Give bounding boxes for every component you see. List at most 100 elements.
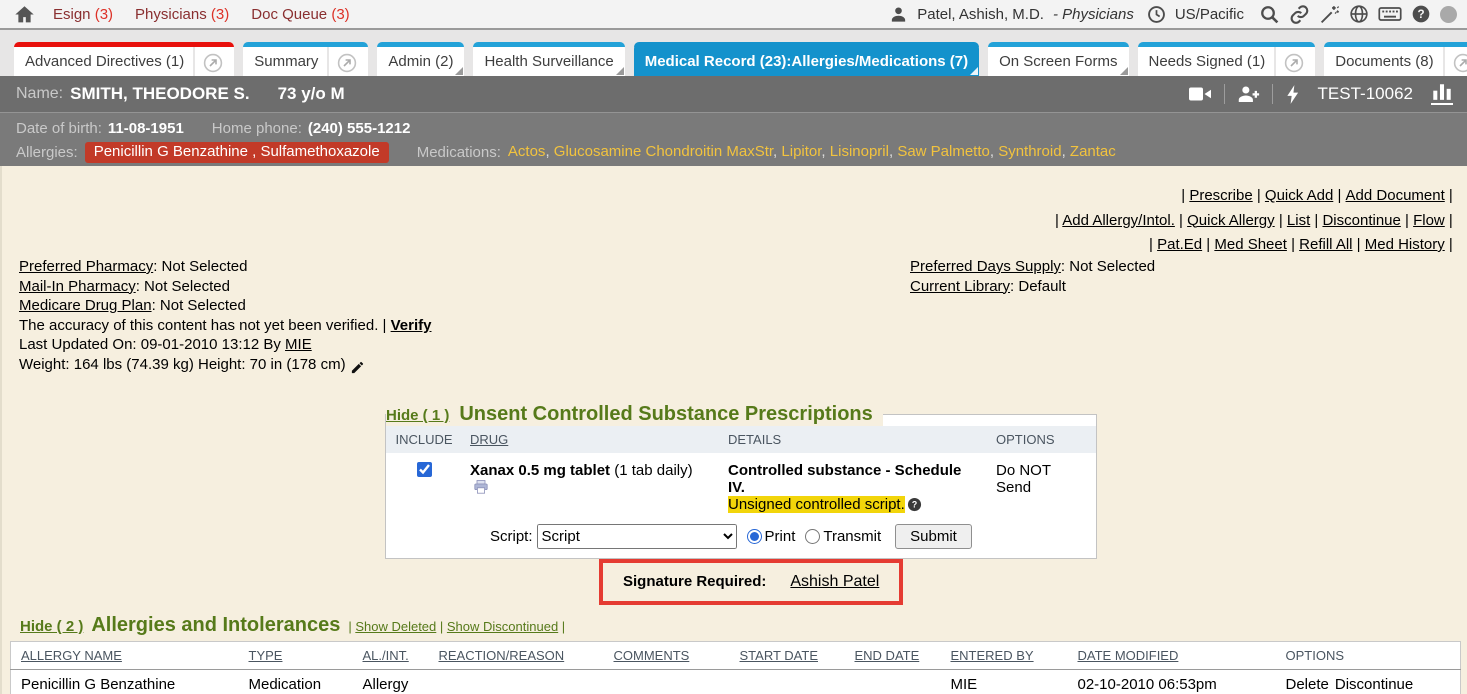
nav-esign[interactable]: Esign (3)	[53, 6, 113, 23]
column-comments[interactable]: COMMENTS	[614, 648, 690, 663]
question-circle-icon[interactable]: ?	[907, 497, 922, 512]
medication-link[interactable]: Lisinopril	[821, 143, 889, 160]
med-history-link[interactable]: Med History	[1365, 236, 1457, 253]
transmit-radio[interactable]	[805, 529, 820, 544]
show-deleted-link[interactable]: Show Deleted	[355, 619, 447, 634]
hide-unsent-link[interactable]: Hide ( 1 )	[386, 407, 449, 424]
search-icon[interactable]	[1259, 4, 1280, 25]
show-discontinued-link[interactable]: Show Discontinued	[447, 619, 569, 634]
quick-add-link[interactable]: Quick Add	[1265, 187, 1346, 204]
prescription-options: Do NOT Send	[988, 453, 1096, 522]
help-icon[interactable]: ?	[1411, 4, 1431, 24]
delete-link[interactable]: Delete	[1286, 676, 1329, 693]
allergy-comments-cell	[604, 670, 730, 694]
tab-medical-record[interactable]: Medical Record (23):Allergies/Medication…	[634, 42, 979, 76]
signer-link[interactable]: Ashish Patel	[790, 573, 879, 591]
quick-allergy-link[interactable]: Quick Allergy	[1187, 212, 1287, 229]
add-allergy-link[interactable]: Add Allergy/Intol.	[1062, 212, 1187, 229]
user-name[interactable]: Patel, Ashish, M.D.	[917, 6, 1044, 23]
preferred-days-supply-value: : Not Selected	[1061, 258, 1155, 275]
pencil-icon[interactable]	[350, 360, 365, 375]
tab-summary[interactable]: Summary	[243, 42, 368, 76]
bar-chart-icon[interactable]	[1431, 83, 1453, 105]
discontinue-link[interactable]: Discontinue	[1335, 676, 1413, 693]
allergy-badge[interactable]: Penicillin G Benzathine , Sulfamethoxazo…	[85, 142, 389, 163]
preferred-days-supply-link[interactable]: Preferred Days Supply	[910, 258, 1061, 275]
nav-physicians[interactable]: Physicians (3)	[135, 6, 229, 23]
column-drug[interactable]: DRUG	[470, 432, 508, 447]
allergy-entered-by-cell: MIE	[941, 670, 1068, 694]
medicare-drug-plan-link[interactable]: Medicare Drug Plan	[19, 297, 152, 314]
medication-link[interactable]: Lipitor	[773, 143, 821, 160]
medication-link[interactable]: Saw Palmetto	[889, 143, 990, 160]
refill-all-link[interactable]: Refill All	[1299, 236, 1365, 253]
mail-in-pharmacy-link[interactable]: Mail-In Pharmacy	[19, 278, 136, 295]
medicare-drug-plan-value: : Not Selected	[152, 297, 246, 314]
current-library-value: : Default	[1010, 278, 1066, 295]
column-al-int[interactable]: AL./INT.	[363, 648, 409, 663]
discontinue-link[interactable]: Discontinue	[1322, 212, 1413, 229]
timezone-label[interactable]: US/Pacific	[1175, 6, 1244, 23]
preferred-pharmacy-link[interactable]: Preferred Pharmacy	[19, 258, 153, 275]
popout-icon[interactable]	[327, 47, 357, 76]
column-entered-by[interactable]: ENTERED BY	[951, 648, 1034, 663]
medication-link[interactable]: Synthroid	[990, 143, 1062, 160]
medication-link[interactable]: Actos	[508, 143, 546, 160]
tab-health-surveillance[interactable]: Health Surveillance	[473, 42, 624, 76]
prescribe-link[interactable]: Prescribe	[1189, 187, 1265, 204]
medication-link[interactable]: Glucosamine Chondroitin MaxStr	[545, 143, 773, 160]
submit-button[interactable]: Submit	[895, 524, 972, 549]
pat-ed-link[interactable]: Pat.Ed	[1157, 236, 1214, 253]
column-reaction[interactable]: REACTION/REASON	[439, 648, 565, 663]
tab-advanced-directives[interactable]: Advanced Directives (1)	[14, 42, 234, 76]
med-sheet-link[interactable]: Med Sheet	[1214, 236, 1299, 253]
allergies-section: Hide ( 2 ) Allergies and Intolerances Sh…	[10, 614, 1461, 694]
printer-icon[interactable]	[473, 479, 489, 495]
globe-icon[interactable]	[1349, 4, 1369, 24]
popout-icon[interactable]	[1274, 47, 1304, 76]
list-link[interactable]: List	[1287, 212, 1323, 229]
allergy-filter-links: Show DeletedShow Discontinued	[348, 619, 568, 634]
action-links-row: Add Allergy/Intol.Quick AllergyListDisco…	[1055, 209, 1457, 234]
chart-tab-bar: Advanced Directives (1) Summary Admin (2…	[0, 30, 1467, 76]
lightning-icon[interactable]	[1285, 84, 1300, 105]
tab-admin[interactable]: Admin (2)	[377, 42, 464, 76]
include-checkbox[interactable]	[417, 462, 432, 477]
preferred-pharmacy-value: : Not Selected	[153, 258, 247, 275]
column-end-date[interactable]: END DATE	[855, 648, 920, 663]
tab-documents[interactable]: Documents (8)	[1324, 42, 1467, 76]
popout-icon[interactable]	[193, 47, 223, 76]
patient-banner: Name: SMITH, THEODORE S. 73 y/o M TEST-1…	[0, 76, 1467, 112]
wand-icon[interactable]	[1319, 4, 1340, 25]
flow-link[interactable]: Flow	[1413, 212, 1457, 229]
phone-label: Home phone:	[212, 120, 302, 137]
add-person-icon[interactable]	[1237, 84, 1260, 104]
current-library-link[interactable]: Current Library	[910, 278, 1010, 295]
column-type[interactable]: TYPE	[249, 648, 283, 663]
medication-link[interactable]: Zantac	[1062, 143, 1116, 160]
link-icon[interactable]	[1289, 4, 1310, 25]
add-document-link[interactable]: Add Document	[1346, 187, 1457, 204]
last-updated-by-link[interactable]: MIE	[285, 336, 312, 353]
popout-icon[interactable]	[1443, 47, 1467, 76]
unsent-prescriptions-table: INCLUDE DRUG DETAILS OPTIONS Xanax 0.5 m…	[386, 426, 1096, 522]
tab-on-screen-forms[interactable]: On Screen Forms	[988, 42, 1128, 76]
script-select[interactable]: Script	[537, 524, 737, 549]
column-start-date[interactable]: START DATE	[740, 648, 819, 663]
clock-icon[interactable]	[1147, 5, 1166, 24]
drug-sig: (1 tab daily)	[610, 462, 693, 479]
allergy-type-cell: Medication	[239, 670, 353, 694]
column-allergy-name[interactable]: ALLERGY NAME	[21, 648, 122, 663]
status-indicator-icon	[1440, 6, 1457, 23]
column-date-modified[interactable]: DATE MODIFIED	[1078, 648, 1179, 663]
tab-needs-signed[interactable]: Needs Signed (1)	[1138, 42, 1316, 76]
hide-allergies-link[interactable]: Hide ( 2 )	[20, 618, 83, 635]
home-icon[interactable]	[14, 4, 35, 25]
video-camera-icon[interactable]	[1188, 84, 1212, 104]
nav-doc-queue[interactable]: Doc Queue (3)	[251, 6, 349, 23]
action-links-row: Pat.EdMed SheetRefill AllMed History	[1055, 233, 1457, 258]
keyboard-icon[interactable]	[1378, 4, 1402, 24]
verify-link[interactable]: Verify	[391, 317, 432, 334]
allergy-modified-cell: 02-10-2010 06:53pm	[1068, 670, 1276, 694]
print-radio[interactable]	[747, 529, 762, 544]
